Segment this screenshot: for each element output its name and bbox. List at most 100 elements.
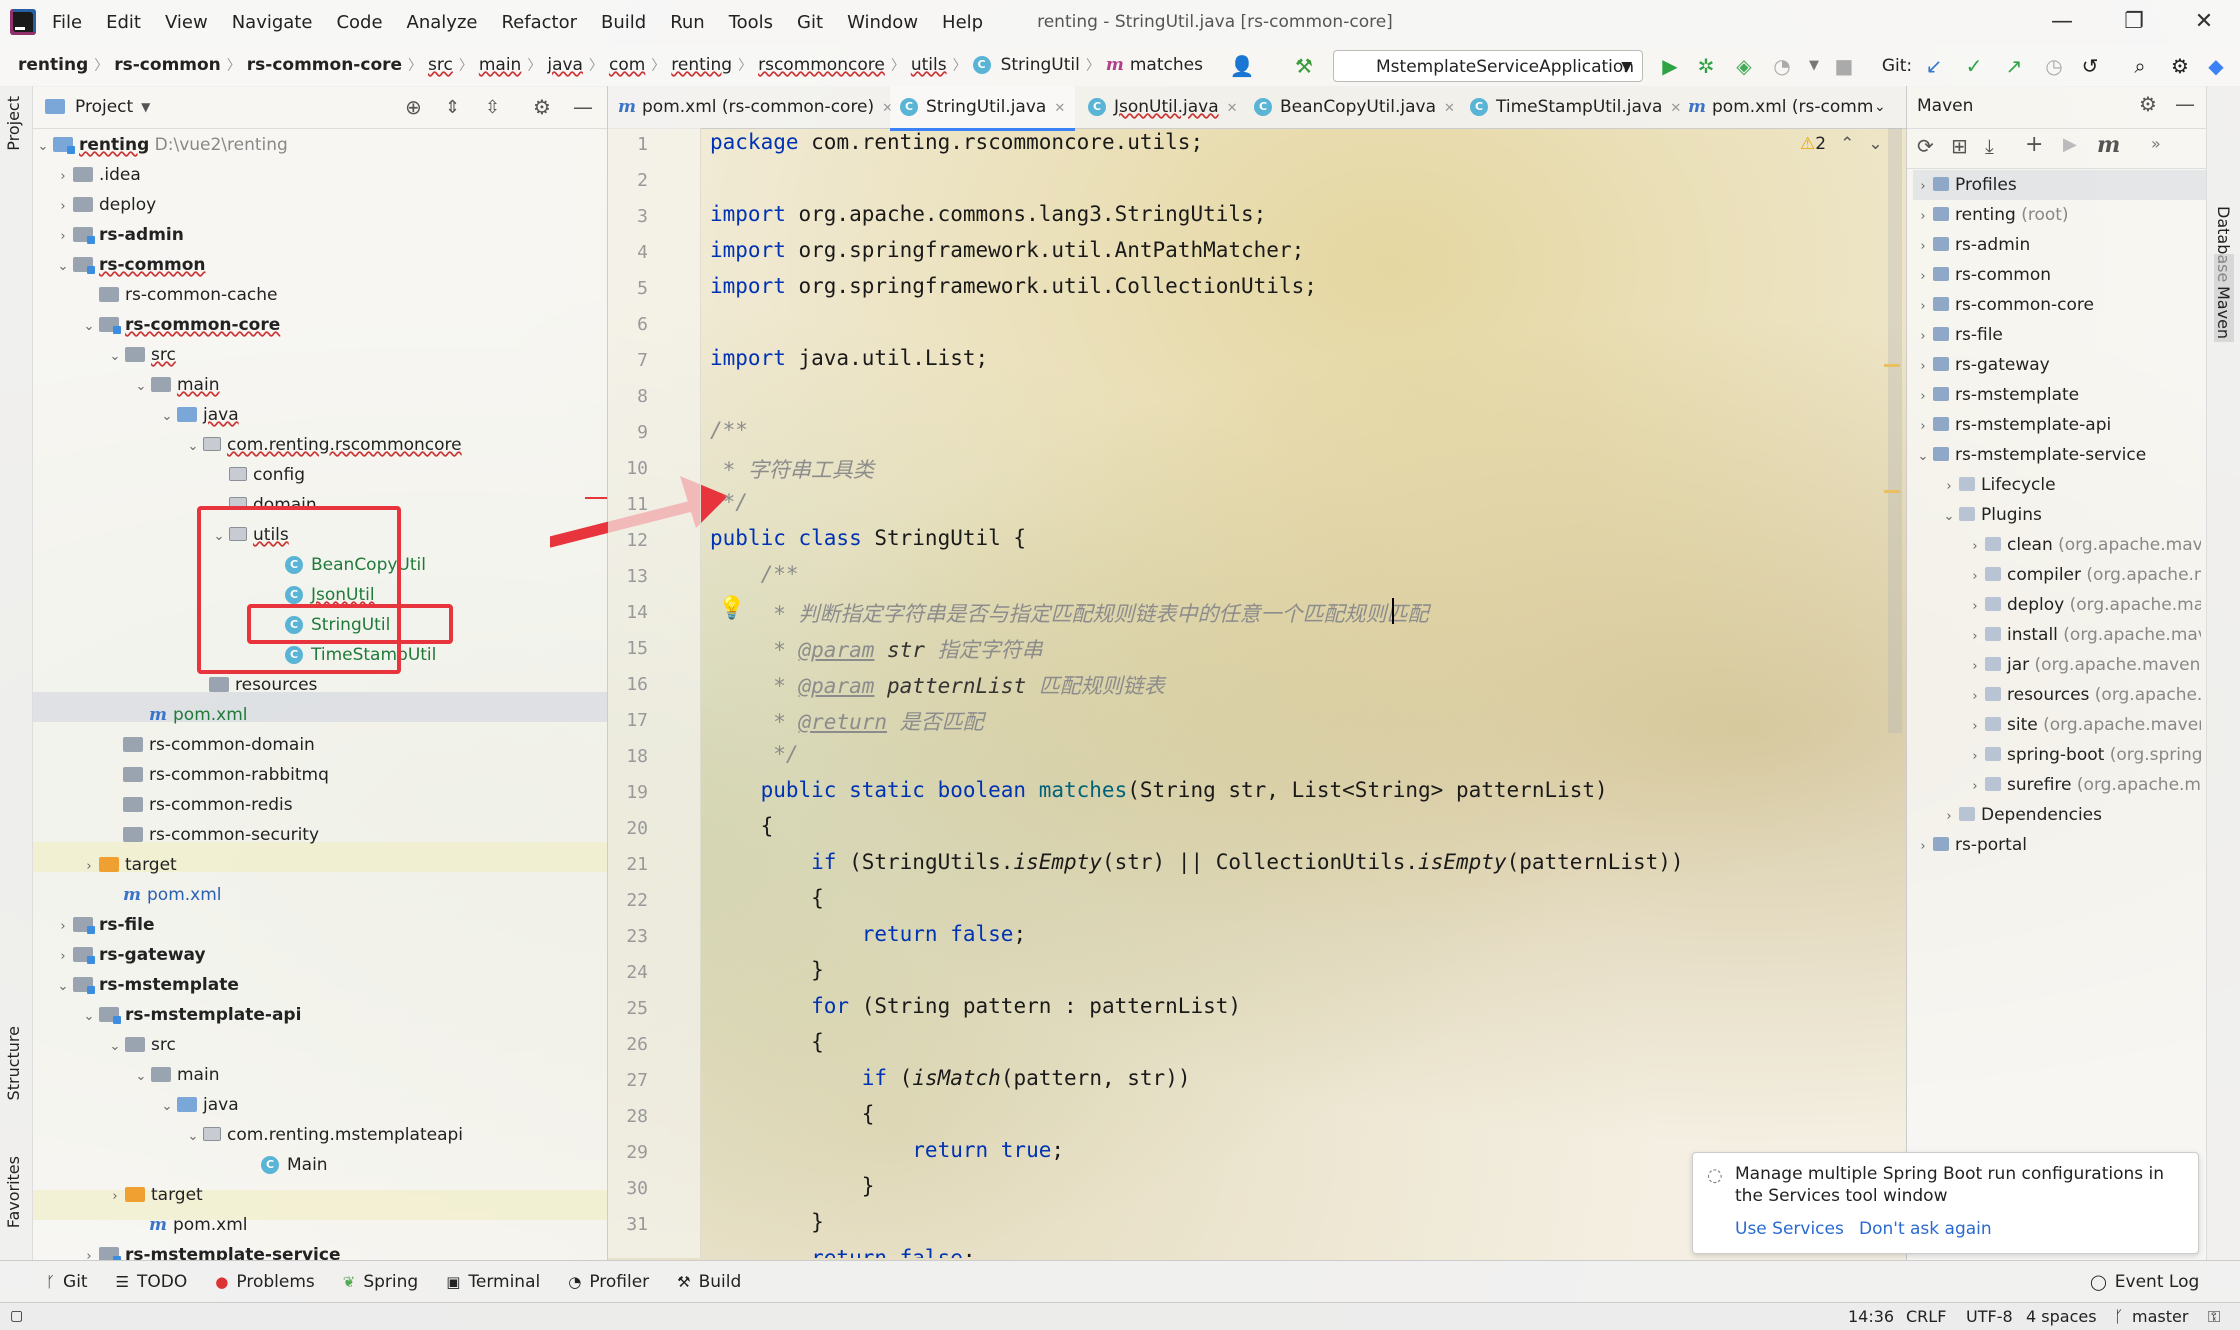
tree-node-rs-common-security[interactable]: rs-common-security bbox=[123, 820, 319, 850]
tab-list-chevron-icon[interactable]: ⌄ bbox=[1874, 86, 1886, 128]
search-icon[interactable]: ⌕ bbox=[2126, 52, 2154, 80]
maven-tool-tab[interactable]: Maven bbox=[2214, 286, 2233, 339]
maven-project-rs-common-core[interactable]: › rs-common-core bbox=[1913, 290, 2094, 320]
tree-node-rs-mstemplate-service[interactable]: › rs-mstemplate-service bbox=[79, 1240, 341, 1260]
breadcrumb-com[interactable]: com bbox=[603, 55, 651, 75]
tree-node-pom-common[interactable]: m pom.xml bbox=[123, 880, 222, 910]
tree-node-resources[interactable]: resources bbox=[209, 670, 317, 700]
panel-settings-icon[interactable]: ⚙ bbox=[533, 95, 551, 119]
lightbulb-icon[interactable]: 💡 bbox=[718, 596, 745, 621]
menu-file[interactable]: File bbox=[52, 12, 82, 33]
menu-tools[interactable]: Tools bbox=[729, 12, 773, 33]
collapse-all-icon[interactable]: ⇳ bbox=[485, 97, 500, 118]
breadcrumb-rs-common-core[interactable]: rs-common-core bbox=[241, 55, 408, 75]
git-branch[interactable]: master bbox=[2132, 1303, 2188, 1330]
maven-lifecycle[interactable]: › Lifecycle bbox=[1939, 470, 2055, 500]
menu-view[interactable]: View bbox=[165, 12, 208, 33]
rollback-icon[interactable]: ↺ bbox=[2076, 52, 2104, 80]
menu-run[interactable]: Run bbox=[670, 12, 705, 33]
history-icon[interactable]: ◷ bbox=[2040, 52, 2068, 80]
tree-node-rs-common-redis[interactable]: rs-common-redis bbox=[123, 790, 293, 820]
line-separator[interactable]: CRLF bbox=[1906, 1303, 1946, 1330]
git-commit-icon[interactable]: ✓ bbox=[1960, 52, 1988, 80]
tree-node-rs-mstemplate-api[interactable]: ⌄ rs-mstemplate-api bbox=[79, 1000, 302, 1030]
breadcrumb-renting[interactable]: renting bbox=[12, 55, 94, 75]
download-icon[interactable]: ⤓ bbox=[1985, 134, 1994, 158]
settings-gear-icon[interactable]: ⚙ bbox=[2166, 52, 2194, 80]
tree-node-rs-admin[interactable]: › rs-admin bbox=[53, 220, 183, 250]
tab-timestamputil[interactable]: C TimeStampUtil.java ✕ bbox=[1470, 86, 1681, 128]
menu-build[interactable]: Build bbox=[601, 12, 646, 33]
lock-icon[interactable]: ⚿ bbox=[2208, 1303, 2220, 1330]
run-config-select[interactable]: MstemplateServiceApplication ▼ bbox=[1333, 50, 1643, 82]
event-log-button[interactable]: ◯ Event Log bbox=[2090, 1272, 2199, 1292]
menu-code[interactable]: Code bbox=[336, 12, 382, 33]
tab-jsonutil[interactable]: C JsonUtil.java ✕ bbox=[1088, 86, 1238, 128]
tab-pom-comm[interactable]: m pom.xml (rs-comm bbox=[1688, 86, 1873, 128]
build-tool-button[interactable]: ⚒ Build bbox=[677, 1272, 741, 1292]
warning-stripe[interactable] bbox=[1884, 364, 1900, 367]
locate-icon[interactable]: ⊕ bbox=[405, 95, 422, 119]
use-services-link[interactable]: Use Services bbox=[1735, 1219, 1844, 1239]
maven-plugin-install[interactable]: ›install (org.apache.mave bbox=[1965, 620, 2201, 650]
todo-tool-button[interactable]: ☰ TODO bbox=[116, 1272, 188, 1292]
tree-node-idea[interactable]: › .idea bbox=[53, 160, 140, 190]
maven-profiles[interactable]: › Profiles bbox=[1913, 170, 2207, 200]
tree-node-rs-common-rabbitmq[interactable]: rs-common-rabbitmq bbox=[123, 760, 329, 790]
build-hammer-icon[interactable]: ⚒ bbox=[1290, 52, 1318, 80]
more-icon[interactable]: » bbox=[2151, 134, 2161, 153]
maven-plugin-compiler[interactable]: ›compiler (org.apache.ma bbox=[1965, 560, 2201, 590]
maven-plugin-clean[interactable]: ›clean (org.apache.maver bbox=[1965, 530, 2201, 560]
maven-settings-icon[interactable]: ⚙ bbox=[2139, 92, 2157, 116]
tree-node-package-api[interactable]: ⌄ com.renting.mstemplateapi bbox=[183, 1120, 463, 1150]
menu-edit[interactable]: Edit bbox=[106, 12, 141, 33]
breadcrumb-renting-pkg[interactable]: renting bbox=[665, 55, 738, 75]
maven-project-rs-common[interactable]: › rs-common bbox=[1913, 260, 2051, 290]
menu-navigate[interactable]: Navigate bbox=[232, 12, 313, 33]
tree-node-main-api[interactable]: ⌄ main bbox=[131, 1060, 220, 1090]
run-icon[interactable]: ▶ bbox=[1656, 52, 1684, 80]
breadcrumb-java[interactable]: java bbox=[541, 55, 589, 75]
execute-goal-icon[interactable]: m bbox=[2097, 132, 2120, 158]
add-icon[interactable]: + bbox=[2025, 132, 2043, 157]
more-run-icon[interactable]: ▼ bbox=[1800, 52, 1828, 80]
git-push-icon[interactable]: ↗ bbox=[2000, 52, 2028, 80]
code-editor[interactable]: package com.renting.rscommoncore.utils; … bbox=[710, 128, 1890, 1258]
maven-plugins[interactable]: ⌄ Plugins bbox=[1939, 500, 2042, 530]
tab-stringutil[interactable]: C StringUtil.java ✕ bbox=[890, 86, 1076, 131]
caret-position[interactable]: 14:36 bbox=[1848, 1303, 1894, 1330]
breadcrumb-stringutil[interactable]: StringUtil bbox=[995, 55, 1086, 75]
inspection-widget[interactable]: ⚠2 ⌃ ⌄ bbox=[1800, 134, 1883, 154]
tree-node-target[interactable]: › target bbox=[79, 850, 176, 880]
maven-plugin-surefire[interactable]: ›surefire (org.apache.mav bbox=[1965, 770, 2201, 800]
spring-tool-button[interactable]: ❦ Spring bbox=[343, 1272, 418, 1292]
file-encoding[interactable]: UTF-8 bbox=[1966, 1303, 2013, 1330]
maven-project-renting[interactable]: › renting (root) bbox=[1913, 200, 2068, 230]
tree-node-rs-common-domain[interactable]: rs-common-domain bbox=[123, 730, 315, 760]
menu-analyze[interactable]: Analyze bbox=[407, 12, 478, 33]
tree-node-domain[interactable]: domain bbox=[229, 490, 317, 506]
profile-icon[interactable]: ◔ bbox=[1768, 52, 1796, 80]
run-icon[interactable]: ▶ bbox=[2063, 134, 2077, 155]
tree-node-package-core[interactable]: ⌄ com.renting.rscommoncore bbox=[183, 430, 462, 460]
tree-node-rs-common-core[interactable]: ⌄ rs-common-core bbox=[79, 310, 281, 340]
hide-panel-icon[interactable]: — bbox=[2175, 92, 2195, 116]
tree-node-src[interactable]: ⌄ src bbox=[105, 340, 176, 370]
tree-node-main-class[interactable]: C Main bbox=[261, 1150, 328, 1180]
maven-plugin-jar[interactable]: › jar (org.apache.maven.p bbox=[1965, 650, 2201, 680]
breadcrumb-matches[interactable]: matches bbox=[1130, 55, 1209, 75]
problems-tool-button[interactable]: ● Problems bbox=[215, 1272, 314, 1292]
tree-node-pom-api[interactable]: m pom.xml bbox=[149, 1210, 248, 1240]
project-tool-tab[interactable]: Project bbox=[4, 96, 23, 151]
hide-panel-icon[interactable]: — bbox=[573, 95, 593, 119]
structure-tool-tab[interactable]: Structure bbox=[4, 1026, 23, 1100]
menu-refactor[interactable]: Refactor bbox=[501, 12, 577, 33]
tree-node-config[interactable]: config bbox=[229, 460, 305, 490]
maven-plugin-spring-boot[interactable]: › spring-boot (org.springf bbox=[1965, 740, 2201, 770]
maven-project-rs-portal[interactable]: › rs-portal bbox=[1913, 830, 2027, 860]
breadcrumb-rs-common[interactable]: rs-common bbox=[108, 55, 227, 75]
tree-node-rs-common[interactable]: ⌄ rs-common bbox=[53, 250, 206, 280]
warning-stripe[interactable] bbox=[1884, 490, 1900, 493]
reload-icon[interactable]: ⟳ bbox=[1917, 134, 1934, 158]
expand-all-icon[interactable]: ⇕ bbox=[445, 97, 460, 118]
